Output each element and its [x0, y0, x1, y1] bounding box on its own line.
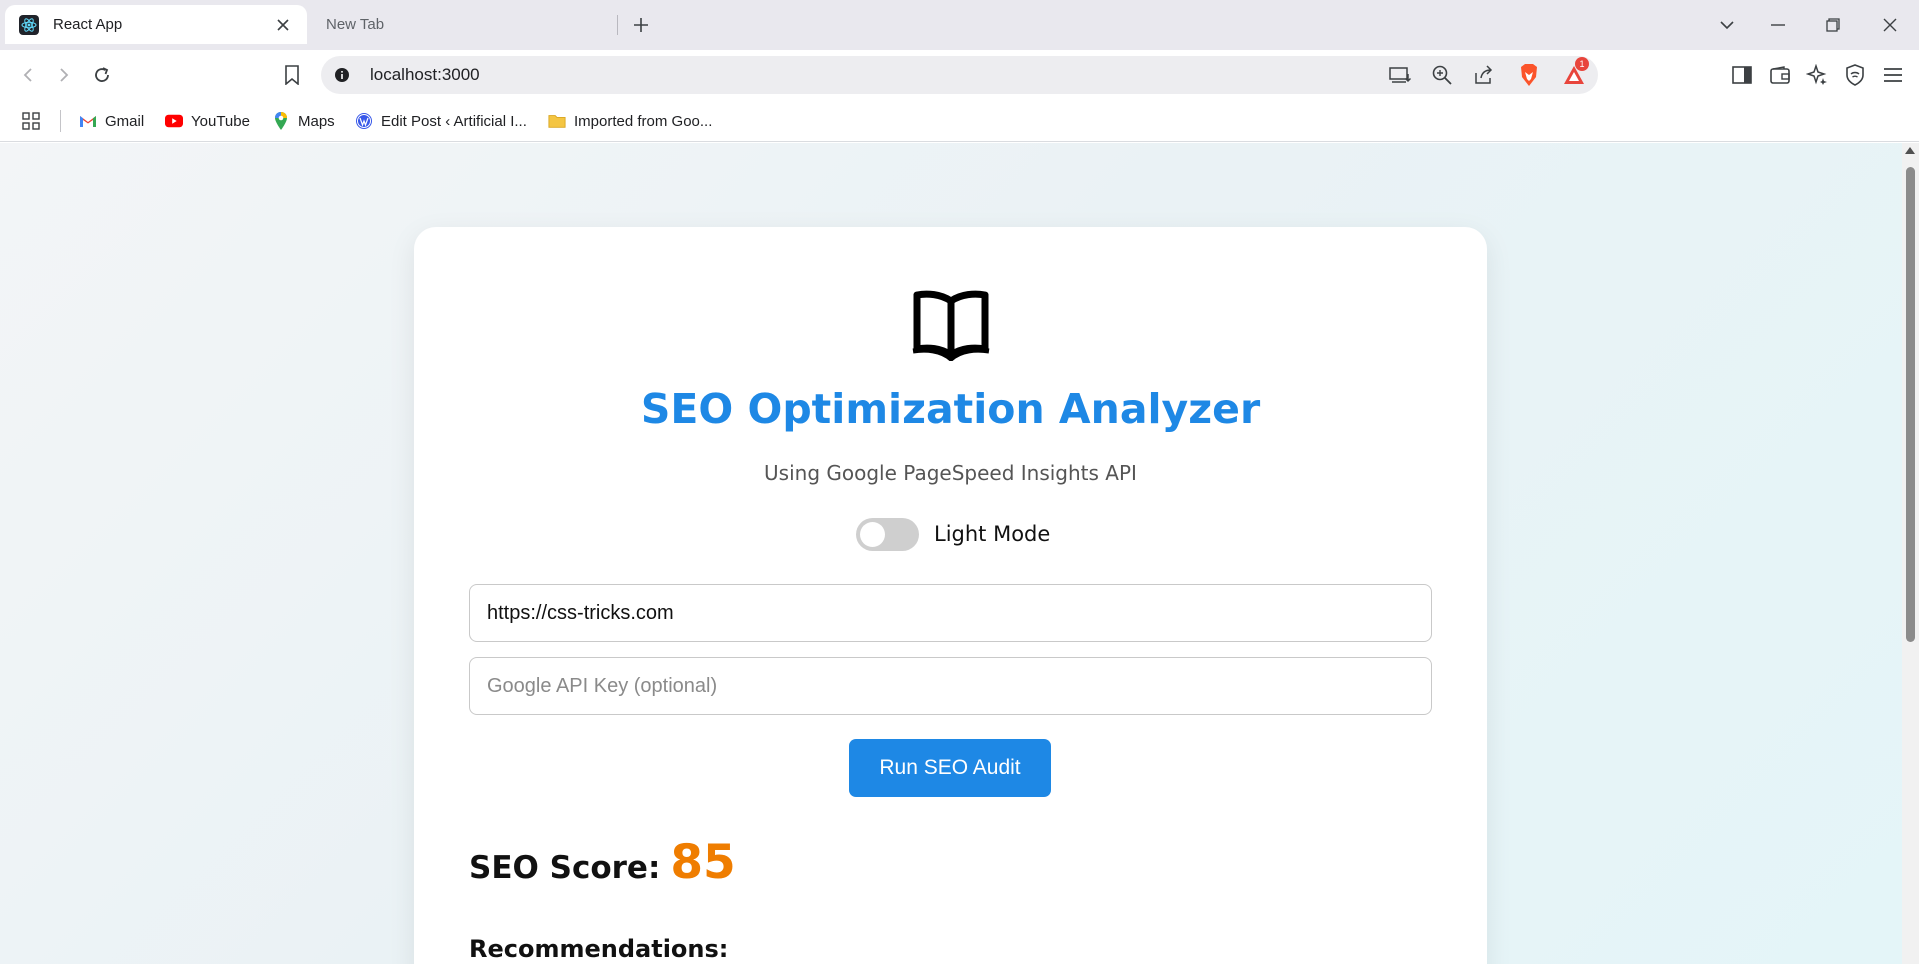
tab-divider — [617, 15, 618, 35]
tab-search-button[interactable] — [1710, 8, 1744, 42]
scroll-up-arrow-icon[interactable] — [1905, 147, 1915, 154]
seo-score-label: SEO Score: — [469, 850, 661, 886]
recommendations-heading: Recommendations: — [469, 935, 729, 963]
wallet-icon[interactable] — [1767, 62, 1793, 88]
theme-toggle-switch[interactable] — [856, 517, 919, 551]
minimize-icon — [1771, 24, 1785, 26]
open-book-icon — [911, 289, 991, 363]
share-icon[interactable] — [1471, 62, 1497, 88]
sidebar-toggle-icon[interactable] — [1729, 62, 1755, 88]
site-info-icon[interactable] — [332, 65, 352, 85]
close-icon — [1883, 18, 1897, 32]
tab-title: New Tab — [326, 16, 385, 33]
bookmark-label: Maps — [298, 112, 335, 130]
bookmark-label: YouTube — [191, 112, 250, 130]
new-tab-button[interactable] — [626, 10, 656, 40]
seo-score: SEO Score: 85 — [469, 835, 736, 890]
scrollbar-thumb[interactable] — [1906, 167, 1915, 642]
youtube-icon — [165, 112, 183, 130]
apps-grid-icon — [22, 112, 40, 130]
reload-icon — [95, 67, 109, 82]
bookmark-label: Edit Post ‹ Artificial I... — [381, 112, 527, 130]
zoom-icon[interactable] — [1429, 62, 1455, 88]
seo-score-value: 85 — [670, 835, 736, 890]
react-favicon-icon — [19, 14, 39, 35]
notification-badge: 1 — [1575, 57, 1589, 71]
bookmark-page-button[interactable] — [276, 60, 308, 90]
gmail-icon — [79, 112, 97, 130]
tab-react-app[interactable]: React App — [5, 5, 307, 44]
bookmark-maps[interactable]: Maps — [272, 109, 335, 133]
wordpress-icon — [355, 112, 373, 130]
minimize-button[interactable] — [1761, 8, 1795, 42]
restore-icon — [1826, 18, 1840, 32]
forward-button[interactable] — [48, 60, 80, 90]
brave-shields-icon[interactable] — [1516, 62, 1542, 88]
brave-rewards-icon[interactable]: 1 — [1561, 57, 1589, 88]
arrow-left-icon — [23, 68, 32, 82]
bookmark-youtube[interactable]: YouTube — [165, 109, 250, 133]
bookmark-icon — [285, 65, 299, 85]
chevron-down-icon — [1720, 21, 1734, 30]
page-scrollbar[interactable] — [1902, 143, 1919, 964]
page-subtitle: Using Google PageSpeed Insights API — [764, 461, 1137, 485]
bookmark-label: Imported from Goo... — [574, 112, 713, 130]
restore-button[interactable] — [1816, 8, 1850, 42]
plus-icon — [634, 18, 648, 32]
folder-icon — [548, 112, 566, 130]
bookmark-label: Gmail — [105, 112, 145, 130]
back-button[interactable] — [12, 60, 44, 90]
api-key-input[interactable] — [469, 657, 1432, 715]
reload-button[interactable] — [86, 60, 118, 90]
address-bar[interactable]: localhost:3000 1 — [321, 56, 1598, 94]
run-seo-audit-button[interactable]: Run SEO Audit — [849, 739, 1051, 797]
bookmarks-divider — [60, 110, 61, 132]
analyzer-card: SEO Optimization Analyzer Using Google P… — [414, 227, 1487, 964]
close-window-button[interactable] — [1873, 8, 1907, 42]
bookmark-gmail[interactable]: Gmail — [79, 109, 144, 133]
install-app-icon[interactable] — [1387, 62, 1413, 88]
bookmark-folder-imported[interactable]: Imported from Goo... — [548, 109, 712, 133]
apps-button[interactable] — [22, 109, 48, 133]
page-viewport: SEO Optimization Analyzer Using Google P… — [0, 143, 1902, 964]
tab-title: React App — [53, 16, 123, 33]
tab-strip: React App New Tab — [0, 0, 1919, 50]
page-title: SEO Optimization Analyzer — [640, 385, 1261, 433]
bookmarks-bar: Gmail YouTube Maps Edit Post ‹ Artificia… — [0, 100, 1919, 142]
theme-toggle-row: Light Mode — [856, 517, 1050, 551]
toggle-knob — [860, 521, 885, 547]
address-url: localhost:3000 — [370, 65, 480, 84]
url-input[interactable] — [469, 584, 1432, 642]
vpn-shield-icon[interactable] — [1842, 62, 1868, 88]
close-tab-icon[interactable] — [273, 15, 293, 35]
theme-toggle-label: Light Mode — [934, 522, 1051, 546]
arrow-right-icon — [60, 68, 69, 82]
menu-icon[interactable] — [1880, 62, 1906, 88]
tab-new-tab[interactable]: New Tab — [312, 5, 618, 44]
bookmark-edit-post[interactable]: Edit Post ‹ Artificial I... — [355, 109, 527, 133]
leo-ai-icon[interactable] — [1804, 62, 1830, 88]
maps-pin-icon — [272, 112, 290, 130]
